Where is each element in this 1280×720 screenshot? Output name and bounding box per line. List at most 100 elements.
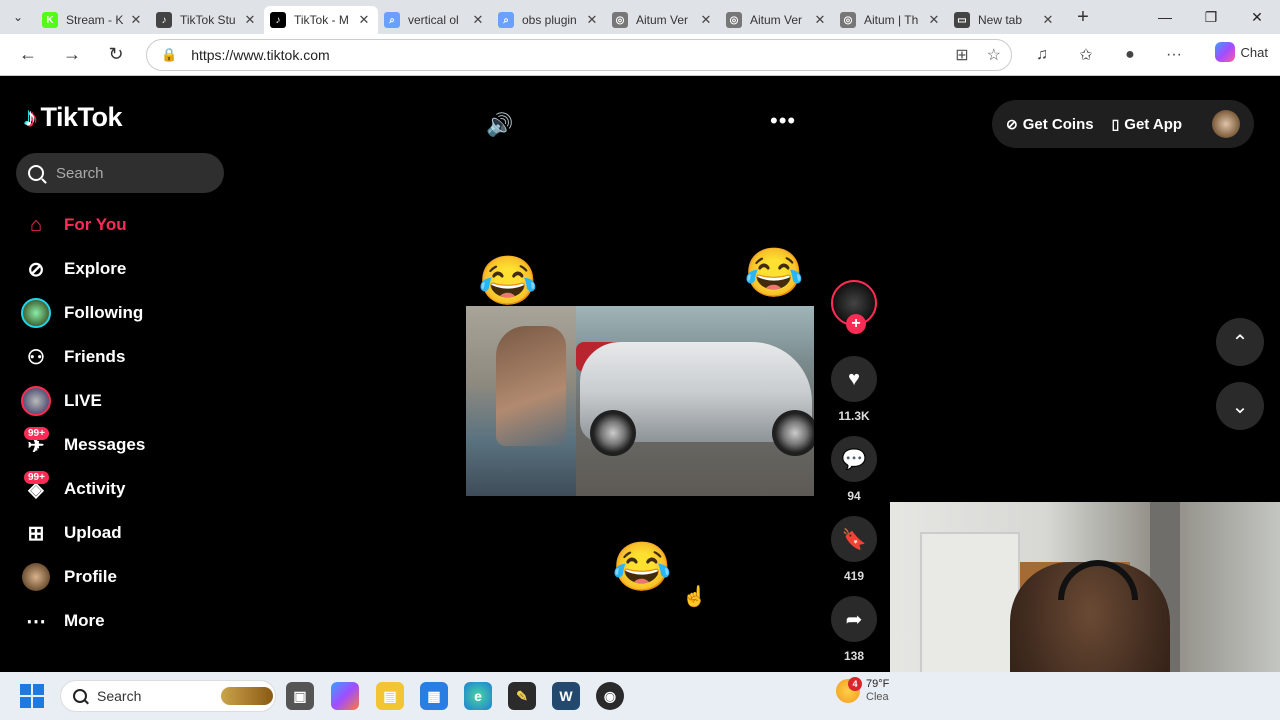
tab-title: Aitum | Th (864, 13, 919, 27)
sidebar-item-upload[interactable]: ⊞ Upload (20, 511, 145, 555)
search-input[interactable]: Search (16, 153, 224, 193)
next-video-chevron-down-icon[interactable]: ⌄ (1216, 382, 1264, 430)
forward-button[interactable]: → (50, 35, 94, 75)
sidebar-item-label: Upload (64, 523, 122, 542)
tab-close-icon[interactable]: ✕ (470, 12, 486, 28)
site-info-icon[interactable]: 🔒 (161, 47, 177, 63)
sound-icon[interactable]: 🔊 (486, 112, 513, 138)
app-available-icon[interactable]: ⊞ (955, 45, 968, 65)
tab-favicon-icon: ◎ (726, 12, 742, 28)
browser-tab-bar: ⌄ K Stream - K ✕ ♪ TikTok Stu ✕ ♪ TikTok - M ✕ ⌕ v… (0, 0, 1280, 34)
sidebar-item-messages[interactable]: ✈ 99+ Messages (20, 423, 145, 467)
tab-close-icon[interactable]: ✕ (584, 12, 600, 28)
copilot-chat-button[interactable]: Chat (1214, 42, 1268, 62)
sidebar-item-label: LIVE (64, 391, 102, 410)
get-coins-button[interactable]: ⊘ Get Coins (1006, 116, 1094, 133)
sidebar-item-live[interactable]: LIVE (20, 379, 145, 423)
tab-close-icon[interactable]: ✕ (128, 12, 144, 28)
sidebar-item-for-you[interactable]: ⌂ For You (20, 203, 145, 247)
browser-tab[interactable]: ⌕ vertical ol ✕ (378, 6, 492, 34)
tab-close-icon[interactable]: ✕ (926, 12, 942, 28)
share-icon[interactable]: ➦ (831, 596, 877, 642)
copilot-app-icon[interactable] (331, 682, 359, 710)
back-button[interactable]: ← (6, 35, 50, 75)
browser-tab[interactable]: ◎ Aitum Ver ✕ (606, 6, 720, 34)
tiktok-page: ♪ TikTok Search ⌂ For You ⊘ Explore Followin… (0, 76, 1280, 720)
user-avatar[interactable] (1212, 110, 1240, 138)
activity-icon: ◈ 99+ (20, 471, 52, 505)
browser-tab[interactable]: ⌕ obs plugin ✕ (492, 6, 606, 34)
sidebar-item-friends[interactable]: ⚇ Friends (20, 335, 145, 379)
notification-badge: 99+ (24, 471, 49, 484)
browser-tab[interactable]: ♪ TikTok - M ✕ (264, 6, 378, 34)
file-explorer-icon[interactable]: ▤ (376, 682, 404, 710)
coin-icon: ⊘ (1006, 115, 1018, 132)
follow-plus-icon[interactable]: + (846, 314, 866, 334)
browser-essentials-icon[interactable]: ♫ (1020, 46, 1064, 64)
browser-tab[interactable]: ◎ Aitum | Th ✕ (834, 6, 948, 34)
laughing-emoji-bottom: 😂 (612, 541, 672, 594)
tab-actions-menu-icon[interactable]: ⌄ (0, 0, 36, 34)
address-bar[interactable]: 🔒 https://www.tiktok.com ⊞ ☆ (146, 39, 1012, 71)
sidebar-item-activity[interactable]: ◈ 99+ Activity (20, 467, 145, 511)
notification-badge: 99+ (24, 427, 49, 440)
comment-count: 94 (847, 489, 861, 503)
video-left-panel (466, 306, 576, 496)
creator-avatar[interactable]: + (831, 280, 877, 334)
tab-close-icon[interactable]: ✕ (1040, 12, 1056, 28)
video-player[interactable] (466, 306, 814, 496)
like-heart-icon[interactable]: ♥ (831, 356, 877, 402)
settings-more-icon[interactable]: ··· (1152, 46, 1196, 64)
refresh-button[interactable]: ↻ (94, 35, 138, 75)
sidebar-item-explore[interactable]: ⊘ Explore (20, 247, 145, 291)
windows-start-icon[interactable] (20, 684, 44, 708)
following-avatar (20, 297, 52, 329)
url-text: https://www.tiktok.com (191, 47, 330, 63)
favorite-star-icon[interactable]: ☆ (987, 45, 1001, 65)
bookmark-icon[interactable]: 🔖 (831, 516, 877, 562)
profile-icon[interactable]: ● (1108, 46, 1152, 64)
tab-favicon-icon: K (42, 12, 58, 28)
browser-tab[interactable]: K Stream - K ✕ (36, 6, 150, 34)
weather-temp: 79°F (866, 678, 890, 690)
tab-favicon-icon: ◎ (840, 12, 856, 28)
restore-icon[interactable]: ❐ (1188, 0, 1234, 34)
window-controls: — ❐ ✕ (1142, 0, 1280, 34)
new-tab-button[interactable]: + (1066, 6, 1100, 29)
tiktok-logo[interactable]: ♪ TikTok (24, 102, 123, 133)
wordpress-app-icon[interactable]: W (552, 682, 580, 710)
task-view-icon[interactable]: ▣ (286, 682, 314, 710)
taskbar-search-input[interactable]: Search (60, 680, 276, 712)
windows-taskbar: Search ▣ ▤ ▦ e ✎ W ◉ 4 79°F Clea (0, 672, 1280, 720)
tab-title: TikTok Stu (180, 13, 236, 27)
tab-title: TikTok - M (294, 13, 349, 27)
sidebar-item-label: Following (64, 303, 144, 322)
minimize-icon[interactable]: — (1142, 0, 1188, 34)
edge-browser-icon[interactable]: e (464, 682, 492, 710)
tab-close-icon[interactable]: ✕ (812, 12, 828, 28)
obs-app-icon[interactable]: ◉ (596, 682, 624, 710)
tab-favicon-icon: ⌕ (498, 12, 514, 28)
microsoft-store-icon[interactable]: ▦ (420, 682, 448, 710)
share-count: 138 (843, 649, 865, 663)
comment-icon[interactable]: 💬 (831, 436, 877, 482)
sticky-notes-icon[interactable]: ✎ (508, 682, 536, 710)
tab-close-icon[interactable]: ✕ (698, 12, 714, 28)
tab-close-icon[interactable]: ✕ (356, 12, 372, 28)
get-app-button[interactable]: ▯ Get App (1112, 116, 1183, 133)
profile-avatar (20, 561, 52, 593)
more-options-icon[interactable]: ••• (770, 108, 796, 134)
tab-close-icon[interactable]: ✕ (242, 12, 258, 28)
previous-video-chevron-up-icon[interactable]: ⌃ (1216, 318, 1264, 366)
browser-tab[interactable]: ▭ New tab ✕ (948, 6, 1062, 34)
favorites-icon[interactable]: ✩ (1064, 45, 1108, 65)
browser-tab[interactable]: ♪ TikTok Stu ✕ (150, 6, 264, 34)
weather-widget[interactable]: 4 79°F Clea (836, 677, 890, 704)
sidebar-item-more[interactable]: ⋯ More (20, 599, 145, 643)
sidebar-item-following[interactable]: Following (20, 291, 145, 335)
close-window-icon[interactable]: ✕ (1234, 0, 1280, 34)
save-count: 419 (843, 569, 865, 583)
mouse-pointer-icon: ☝ (682, 586, 707, 608)
sidebar-item-profile[interactable]: Profile (20, 555, 145, 599)
browser-tab[interactable]: ◎ Aitum Ver ✕ (720, 6, 834, 34)
